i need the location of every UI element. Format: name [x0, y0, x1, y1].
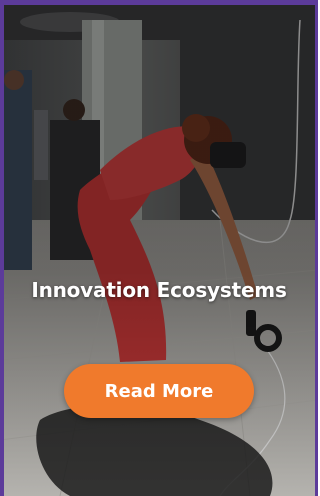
card-title: Innovation Ecosystems	[31, 278, 287, 302]
vr-demo-photo	[0, 0, 318, 496]
card-top-border	[0, 0, 318, 5]
card-left-border	[0, 0, 4, 496]
read-more-button[interactable]: Read More	[64, 364, 254, 418]
card-right-border	[315, 0, 318, 496]
innovation-card[interactable]: Innovation Ecosystems Read More	[0, 0, 318, 496]
